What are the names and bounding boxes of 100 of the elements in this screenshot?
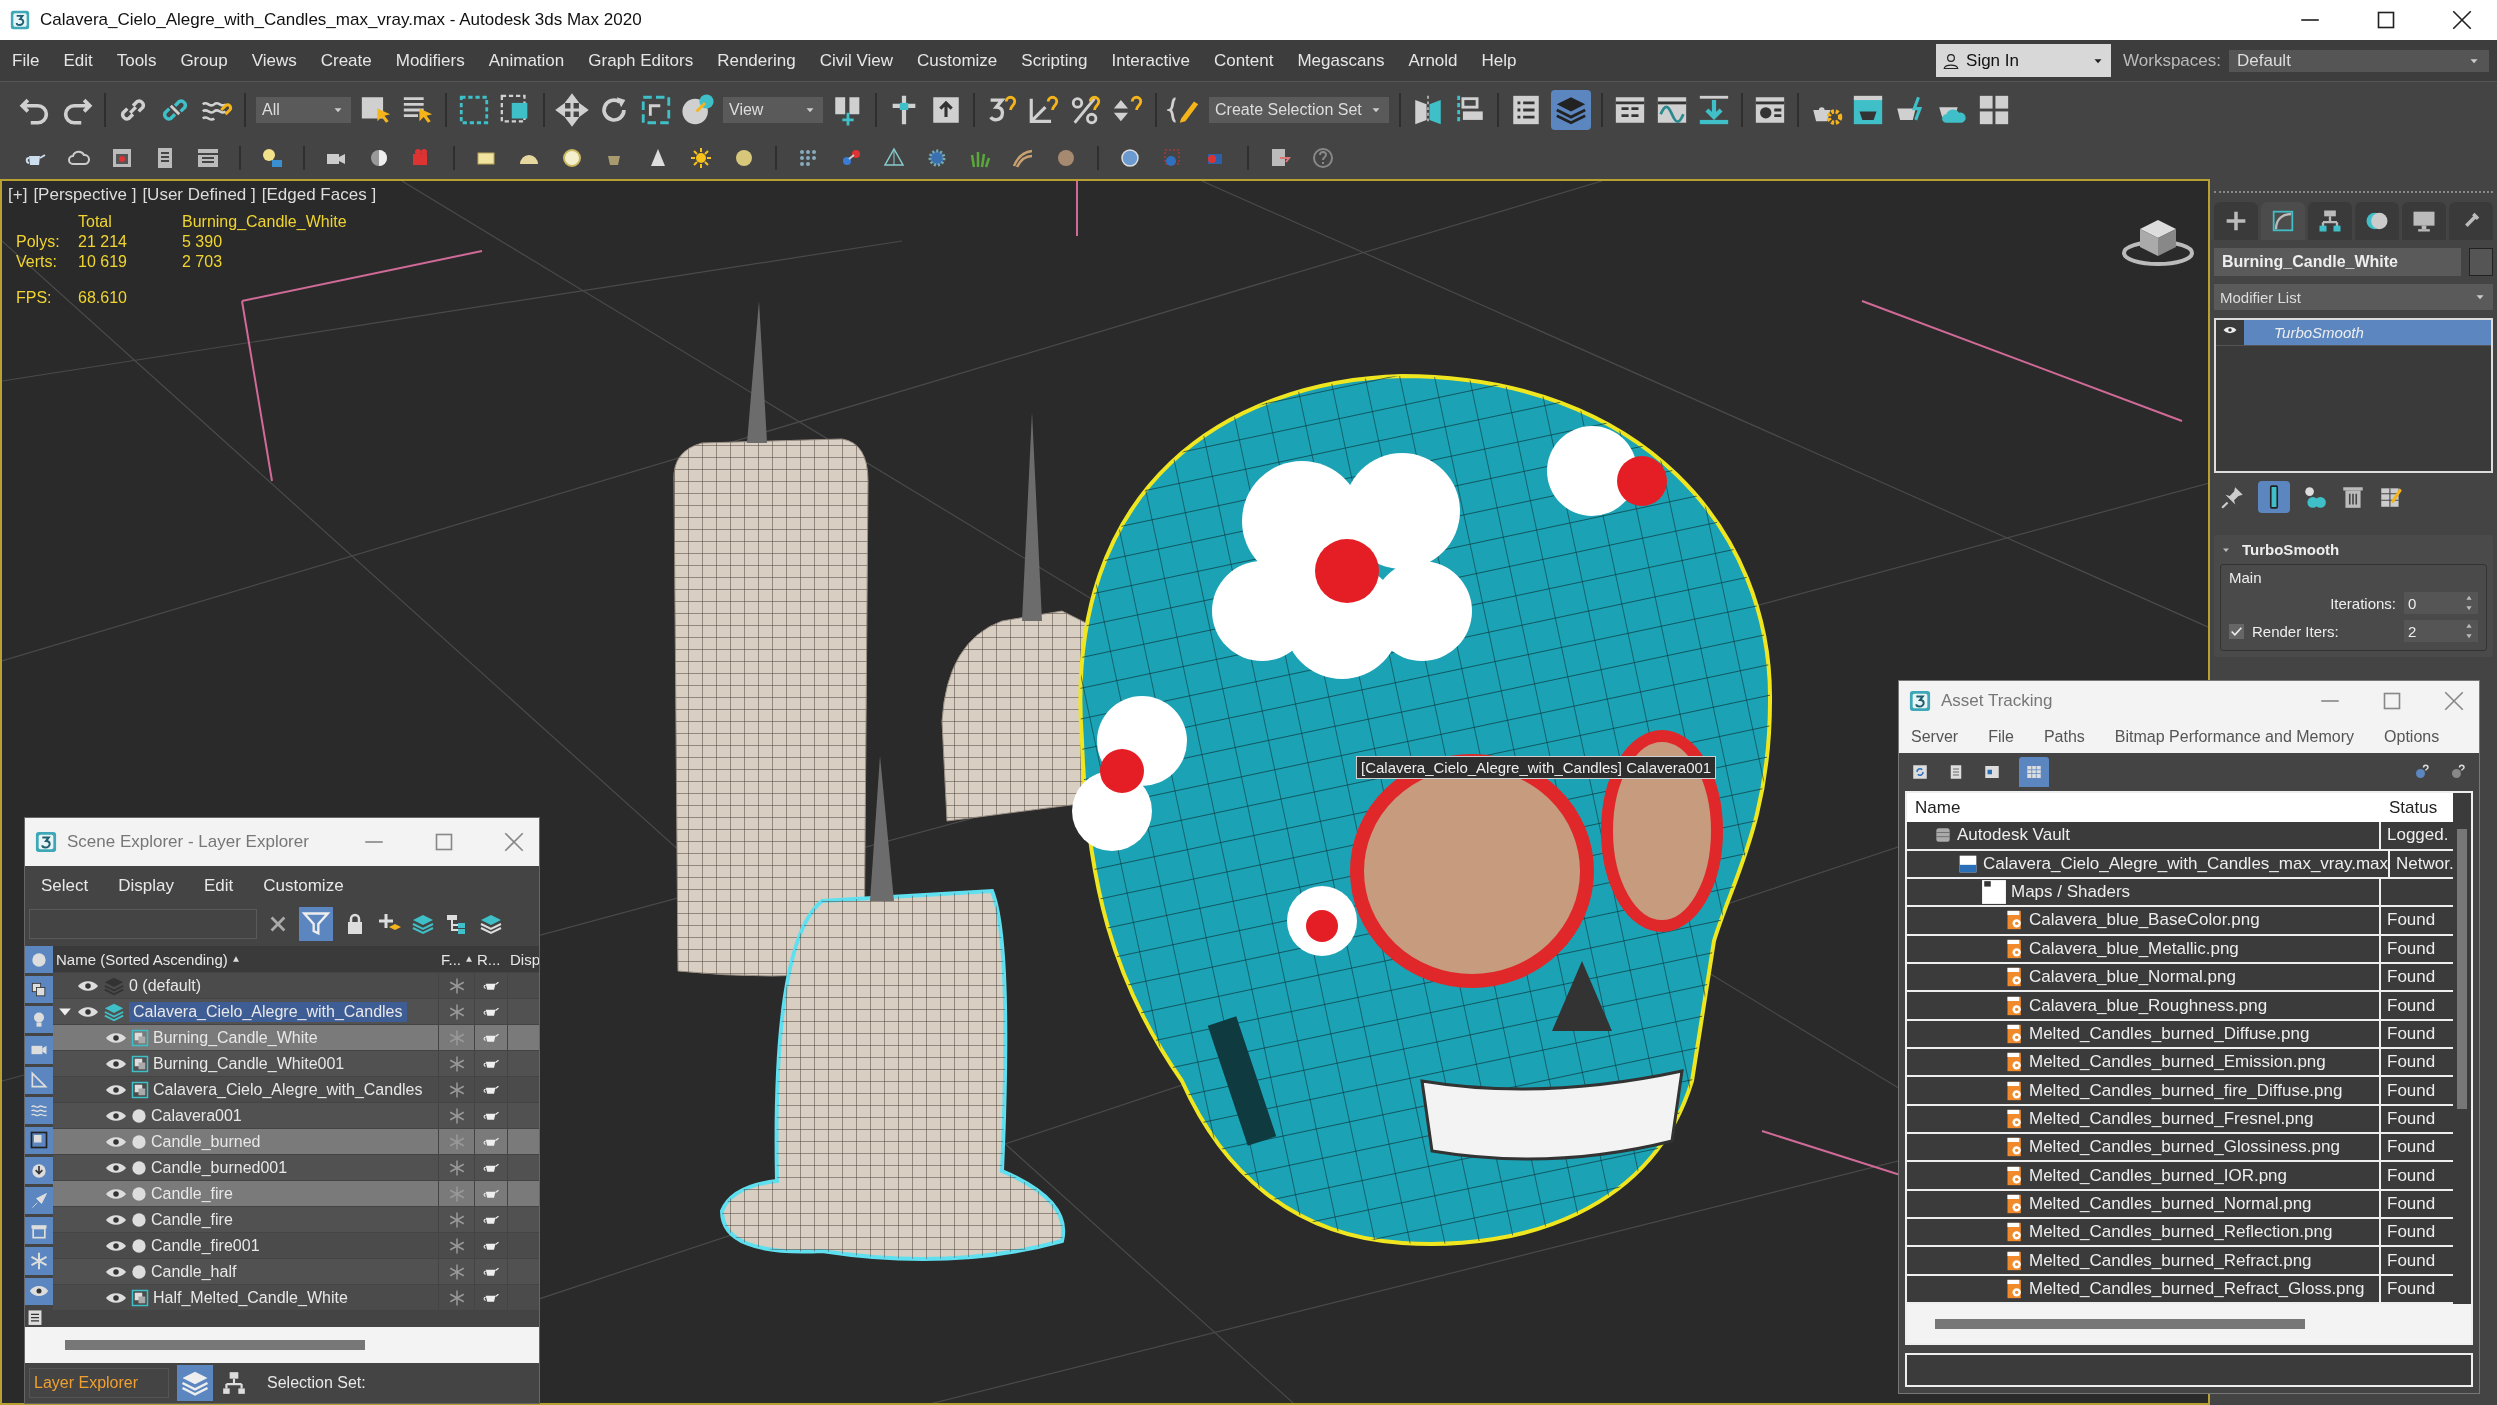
- object-name: Candle_fire001: [151, 1236, 260, 1255]
- modifier-list-dropdown[interactable]: Modifier List: [2214, 284, 2493, 310]
- file-name[interactable]: Melted_Candles_burned_Diffuse.png: [2029, 1023, 2310, 1044]
- column-header[interactable]: Name (Sorted Ascending): [53, 950, 438, 968]
- status-text: Found: [2386, 967, 2437, 988]
- column-header[interactable]: Status: [2381, 797, 2453, 818]
- object-row[interactable]: Candle_burned: [53, 1128, 539, 1154]
- parameter-label: Render Iters:: [2252, 622, 2340, 640]
- column-header[interactable]: Disp: [507, 950, 539, 968]
- object-row[interactable]: Candle_fire001: [53, 1232, 539, 1258]
- menu-item[interactable]: Views: [239, 44, 309, 77]
- menu-item[interactable]: Graph Editors: [576, 44, 706, 77]
- menu-item[interactable]: Options: [2384, 728, 2440, 746]
- reference-coordinate-dropdown[interactable]: View: [723, 96, 823, 123]
- menu-item[interactable]: Group: [168, 44, 240, 77]
- layer-name: 0 (default): [129, 976, 202, 995]
- object-name-field[interactable]: Burning_Candle_White: [2214, 248, 2461, 276]
- viewport-label[interactable]: [User Defined ]: [142, 185, 256, 205]
- column-header[interactable]: R...: [474, 950, 507, 968]
- status-text: Logged.: [2386, 825, 2450, 846]
- menu-item[interactable]: Animation: [476, 44, 577, 77]
- viewport-label[interactable]: [Perspective ]: [33, 185, 137, 205]
- render-iters-spinner[interactable]: 2: [2404, 620, 2478, 642]
- menu-item[interactable]: Interactive: [1099, 44, 1202, 77]
- layer-row[interactable]: 0 (default): [53, 972, 539, 998]
- rollout-title[interactable]: TurboSmooth: [2242, 541, 2340, 558]
- file-name[interactable]: Melted_Candles_burned_Refract.png: [2029, 1250, 2312, 1271]
- object-row[interactable]: Candle_half: [53, 1258, 539, 1284]
- status-text: Found: [2386, 1080, 2437, 1101]
- file-name[interactable]: Calavera_blue_Metallic.png: [2029, 938, 2239, 959]
- menu-item[interactable]: Help: [1469, 44, 1529, 77]
- object-row[interactable]: Calavera_Cielo_Alegre_with_Candles: [53, 1076, 539, 1102]
- file-name[interactable]: Melted_Candles_burned_Glossiness.png: [2029, 1137, 2340, 1158]
- object-row[interactable]: Burning_Candle_White001: [53, 1050, 539, 1076]
- menu-item[interactable]: Select: [41, 876, 89, 896]
- menu-item[interactable]: Tools: [104, 44, 169, 77]
- menu-item[interactable]: Modifiers: [383, 44, 477, 77]
- group-title: Main: [2229, 569, 2263, 586]
- menu-item[interactable]: Rendering: [705, 44, 808, 77]
- fps-value: 68.610: [78, 289, 128, 307]
- viewport-label[interactable]: [Edged Faces ]: [261, 185, 377, 205]
- object-row[interactable]: Candle_fire: [53, 1180, 539, 1206]
- explorer-dropdown[interactable]: Layer Explorer: [29, 1368, 169, 1398]
- column-header[interactable]: Name: [1907, 797, 2381, 818]
- menu-item[interactable]: Paths: [2043, 728, 2085, 746]
- workspaces-dropdown[interactable]: Default: [2229, 49, 2489, 72]
- iterations-spinner[interactable]: 0: [2404, 592, 2478, 614]
- menu-item[interactable]: File: [1988, 728, 2014, 746]
- sign-in-dropdown[interactable]: Sign In: [1936, 44, 2112, 77]
- file-name[interactable]: Melted_Candles_burned_Reflection.png: [2029, 1222, 2333, 1243]
- file-name[interactable]: Melted_Candles_burned_Fresnel.png: [2029, 1108, 2314, 1129]
- stats-label: Verts:: [16, 253, 58, 271]
- status-text: Found: [2386, 1137, 2437, 1158]
- menu-item[interactable]: File: [0, 44, 52, 77]
- menu-item[interactable]: Display: [118, 876, 174, 896]
- menu-item[interactable]: Arnold: [1396, 44, 1470, 77]
- status-text: Networ.: [2395, 853, 2453, 874]
- file-name[interactable]: Maps / Shaders: [2011, 882, 2131, 903]
- object-name: Calavera_Cielo_Alegre_with_Candles: [153, 1080, 423, 1099]
- status-text: Found: [2386, 938, 2437, 959]
- file-name[interactable]: Melted_Candles_burned_fire_Diffuse.png: [2029, 1080, 2343, 1101]
- window-title: Scene Explorer - Layer Explorer: [67, 832, 310, 852]
- fps-label: FPS:: [16, 289, 53, 307]
- menu-item[interactable]: Edit: [204, 876, 234, 896]
- object-row[interactable]: Candle_fire: [53, 1206, 539, 1232]
- file-name[interactable]: Melted_Candles_burned_Emission.png: [2029, 1052, 2326, 1073]
- selection-set-dropdown[interactable]: Create Selection Set: [1209, 96, 1389, 123]
- menu-item[interactable]: Megascans: [1285, 44, 1397, 77]
- file-name[interactable]: Calavera_blue_BaseColor.png: [2029, 910, 2260, 931]
- menu-item[interactable]: Customize: [263, 876, 344, 896]
- stats-value: 21 214: [78, 233, 128, 251]
- column-header[interactable]: F...: [438, 950, 474, 968]
- selection-filter-dropdown[interactable]: All: [256, 96, 351, 123]
- layer-row[interactable]: Calavera_Cielo_Alegre_with_Candles: [53, 998, 539, 1024]
- window-title: Calavera_Cielo_Alegre_with_Candles_max_vray.max - Autodesk 3ds Max 2020: [40, 10, 643, 30]
- menu-item[interactable]: Civil View: [807, 44, 905, 77]
- object-row[interactable]: Candle_burned001: [53, 1154, 539, 1180]
- status-text: Found: [2386, 1023, 2437, 1044]
- menu-item[interactable]: Content: [1201, 44, 1286, 77]
- file-name[interactable]: Autodesk Vault: [1957, 825, 2071, 846]
- menu-item[interactable]: Scripting: [1009, 44, 1100, 77]
- file-name[interactable]: Melted_Candles_burned_IOR.png: [2029, 1165, 2287, 1186]
- selection-set-label: Selection Set:: [267, 1374, 366, 1392]
- viewport-label[interactable]: [+]: [8, 185, 28, 205]
- status-text: Found: [2386, 1052, 2437, 1073]
- menu-item[interactable]: Edit: [51, 44, 105, 77]
- object-row[interactable]: Burning_Candle_White: [53, 1024, 539, 1050]
- file-name[interactable]: Calavera_Cielo_Alegre_with_Candles_max_vray.max: [1983, 853, 2389, 874]
- file-name[interactable]: Calavera_blue_Roughness.png: [2029, 995, 2268, 1016]
- menu-item[interactable]: Server: [1911, 728, 1959, 746]
- status-text: Found: [2386, 1108, 2437, 1129]
- menu-item[interactable]: Customize: [905, 44, 1010, 77]
- object-row[interactable]: Half_Melted_Candle_White: [53, 1284, 539, 1310]
- object-name: Candle_half: [151, 1262, 237, 1281]
- menu-item[interactable]: Create: [308, 44, 384, 77]
- menu-item[interactable]: Bitmap Performance and Memory: [2114, 728, 2355, 746]
- file-name[interactable]: Calavera_blue_Normal.png: [2029, 967, 2236, 988]
- file-name[interactable]: Melted_Candles_burned_Refract_Gloss.png: [2029, 1278, 2365, 1299]
- file-name[interactable]: Melted_Candles_burned_Normal.png: [2029, 1193, 2312, 1214]
- object-row[interactable]: Calavera001: [53, 1102, 539, 1128]
